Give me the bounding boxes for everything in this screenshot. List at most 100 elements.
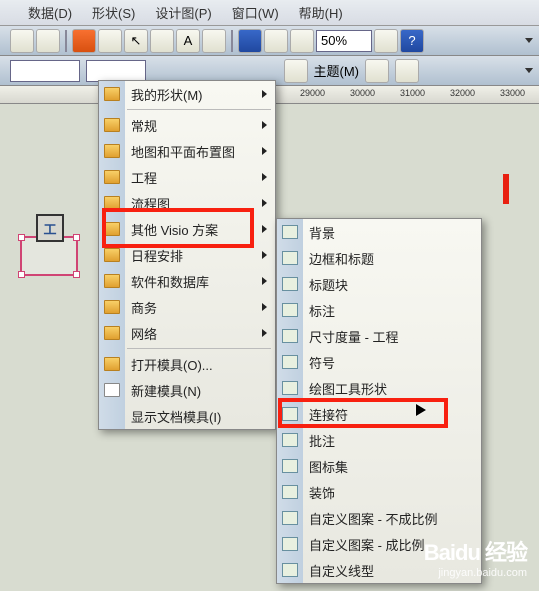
watermark-url: jingyan.baidu.com [424,567,527,579]
stencil-icon [282,563,298,577]
stencil-icon [282,485,298,499]
stencil-icon [282,381,298,395]
resize-handle[interactable] [18,271,25,278]
toolbar-main: ↖ A 50% ? [0,26,539,56]
separator [65,30,67,52]
menu-item-annotation[interactable]: 批注 [277,427,481,453]
folder-icon [104,118,120,132]
stencil-icon [282,329,298,343]
menu-separator [127,348,271,349]
folder-icon [104,222,120,236]
zoom-combo[interactable]: 50% [316,30,372,52]
menu-item-myshapes[interactable]: 我的形状(M) [99,81,275,107]
menu-item-show-doc-stencil[interactable]: 显示文档模具(I) [99,403,275,429]
stencil-icon [282,537,298,551]
text-tool-icon[interactable]: A [176,29,200,53]
menu-item-symbol[interactable]: 符号 [277,349,481,375]
folder-icon [104,326,120,340]
resize-handle[interactable] [18,234,25,241]
stencil-icon [282,225,298,239]
menu-item-callout[interactable]: 标注 [277,297,481,323]
menu-item-border-title[interactable]: 边框和标题 [277,245,481,271]
menu-window[interactable]: 窗口(W) [224,1,287,24]
submenu-arrow-icon [262,147,267,155]
menu-item-iconset[interactable]: 图标集 [277,453,481,479]
tool-button[interactable] [264,29,288,53]
tool-button[interactable] [365,59,389,83]
tool-button[interactable] [202,29,226,53]
watermark-brand: Baidu 经验 [424,535,527,567]
separator [231,30,233,52]
menu-item-software[interactable]: 软件和数据库 [99,268,275,294]
submenu-arrow-icon [262,121,267,129]
menu-item-flowchart[interactable]: 流程图 [99,190,275,216]
dropdown-icon [525,68,533,73]
connector-tool-icon[interactable] [150,29,174,53]
menu-item-background[interactable]: 背景 [277,219,481,245]
dropdown-icon [525,38,533,43]
menu-item-title-block[interactable]: 标题块 [277,271,481,297]
stencil-icon [282,277,298,291]
stencil-icon [282,511,298,525]
tool-button[interactable] [290,29,314,53]
resize-handle[interactable] [73,271,80,278]
menu-item-new-stencil[interactable]: 新建模具(N) [99,377,275,403]
menu-item-other-visio[interactable]: 其他 Visio 方案 [99,216,275,242]
stencil-icon [282,433,298,447]
resize-handle[interactable] [73,234,80,241]
shapes-menu: 我的形状(M) 常规 地图和平面布置图 工程 流程图 其他 Visio 方案 日… [98,80,276,430]
tool-button[interactable] [374,29,398,53]
submenu-arrow-icon [262,303,267,311]
menu-item-schedule[interactable]: 日程安排 [99,242,275,268]
folder-icon [104,196,120,210]
menu-item-dimension[interactable]: 尺寸度量 - 工程 [277,323,481,349]
menu-data[interactable]: 数据(D) [20,1,80,24]
stencil-icon [282,251,298,265]
folder-icon [104,170,120,184]
size-combo[interactable] [86,60,146,82]
shape-marker [503,174,509,204]
tool-button[interactable] [10,29,34,53]
menu-help[interactable]: 帮助(H) [291,1,351,24]
theme-icon[interactable] [284,59,308,83]
menu-item-engineering[interactable]: 工程 [99,164,275,190]
stencil-icon [282,407,298,421]
shape-i-beam[interactable]: 工 [36,214,64,242]
pointer-tool-icon[interactable]: ↖ [124,29,148,53]
menu-item-normal[interactable]: 常规 [99,112,275,138]
help-icon[interactable]: ? [400,29,424,53]
folder-icon [104,87,120,101]
submenu-arrow-icon [262,277,267,285]
menu-shape[interactable]: 形状(S) [84,1,143,24]
menu-item-map[interactable]: 地图和平面布置图 [99,138,275,164]
theme-label[interactable]: 主题(M) [314,61,360,80]
menu-item-network[interactable]: 网络 [99,320,275,346]
menu-item-connector[interactable]: 连接符 [277,401,481,427]
menu-item-business[interactable]: 商务 [99,294,275,320]
menu-item-decoration[interactable]: 装饰 [277,479,481,505]
submenu-arrow-icon [262,225,267,233]
submenu-arrow-icon [262,173,267,181]
other-visio-submenu: 背景 边框和标题 标题块 标注 尺寸度量 - 工程 符号 绘图工具形状 连接符 … [276,218,482,584]
tool-button[interactable] [36,29,60,53]
watermark: Baidu 经验 jingyan.baidu.com [424,535,527,579]
menu-item-drawing-tool[interactable]: 绘图工具形状 [277,375,481,401]
tool-button[interactable] [98,29,122,53]
folder-icon [104,144,120,158]
style-combo[interactable] [10,60,80,82]
folder-icon [104,274,120,288]
menubar: 数据(D) 形状(S) 设计图(P) 窗口(W) 帮助(H) [0,0,539,26]
folder-icon [104,300,120,314]
fill-color-icon[interactable] [238,29,262,53]
menu-item-open-stencil[interactable]: 打开模具(O)... [99,351,275,377]
submenu-arrow-icon [262,251,267,259]
menu-separator [127,109,271,110]
menu-item-custom-pattern-unscaled[interactable]: 自定义图案 - 不成比例 [277,505,481,531]
tool-button[interactable] [72,29,96,53]
menu-view[interactable]: 设计图(P) [147,1,219,24]
tool-button[interactable] [395,59,419,83]
submenu-arrow-icon [262,329,267,337]
cursor-icon [416,404,426,416]
stencil-icon [282,355,298,369]
selection-box[interactable] [20,236,78,276]
